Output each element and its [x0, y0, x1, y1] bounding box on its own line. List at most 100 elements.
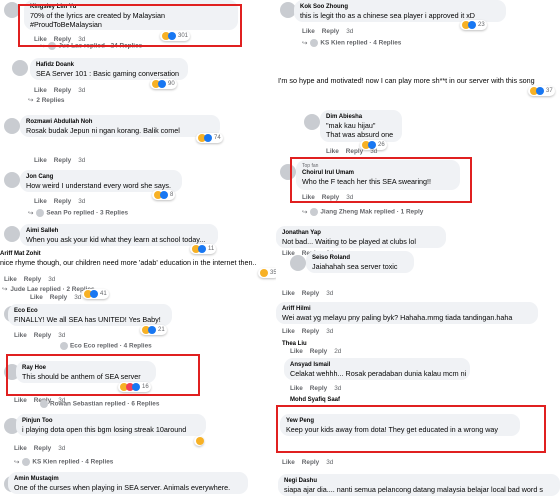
reply-button[interactable]: Reply: [54, 157, 71, 164]
like-button[interactable]: Like: [290, 348, 303, 355]
like-button[interactable]: Like: [282, 328, 295, 335]
comment-author[interactable]: Ariff Hilmi: [282, 305, 532, 313]
comment-author[interactable]: Rozmawi Abdullah Noh: [26, 118, 214, 126]
timestamp[interactable]: 3d: [78, 87, 85, 94]
timestamp[interactable]: 3d: [334, 385, 341, 392]
reaction-count[interactable]: 90: [150, 79, 177, 89]
comment-text: i playing dota open this bgm losing stre…: [22, 425, 187, 434]
timestamp[interactable]: 3d: [58, 332, 65, 339]
reaction-count[interactable]: 74: [196, 133, 223, 143]
reaction-count[interactable]: 11: [190, 244, 217, 254]
comment-actions: Like Reply 3d: [282, 290, 340, 298]
like-button[interactable]: Like: [302, 28, 315, 35]
comment-author[interactable]: Mohd Syafiq Saaf: [290, 396, 340, 404]
like-button[interactable]: Like: [30, 294, 43, 301]
comment-author[interactable]: Pinjun Too: [22, 417, 200, 425]
reply-button[interactable]: Reply: [346, 148, 363, 155]
like-button[interactable]: Like: [4, 276, 17, 283]
comment-author[interactable]: Eco Eco: [14, 307, 166, 315]
avatar: [40, 400, 48, 408]
comment-text: Not bad... Waiting to be played at clubs…: [282, 237, 416, 246]
comment-bubble: Eco Eco FINALLY! We all SEA has UNITED! …: [8, 304, 172, 326]
comment-bubble: Jon Cang How weird I understand every wo…: [20, 170, 182, 192]
like-button[interactable]: Like: [290, 385, 303, 392]
timestamp[interactable]: 3d: [48, 276, 55, 283]
view-replies-link[interactable]: ↪ 2 Replies: [28, 97, 64, 105]
comment-actions: Like Reply 3d: [14, 445, 72, 453]
reaction-count[interactable]: [194, 436, 204, 446]
like-button[interactable]: Like: [14, 397, 27, 404]
comment-author[interactable]: Dim Abiesha: [326, 113, 396, 121]
timestamp[interactable]: 3d: [326, 459, 333, 466]
reply-button[interactable]: Reply: [24, 276, 41, 283]
comment-author[interactable]: Jonathan Yap: [282, 229, 440, 237]
reaction-count[interactable]: 23: [460, 20, 487, 30]
avatar[interactable]: [4, 118, 20, 134]
reaction-count[interactable]: 35: [258, 268, 276, 278]
like-button[interactable]: Like: [14, 332, 27, 339]
timestamp[interactable]: 3d: [346, 194, 353, 201]
like-button[interactable]: Like: [14, 445, 27, 452]
timestamp[interactable]: 2d: [334, 348, 341, 355]
comment-author[interactable]: Amin Mustaqim: [14, 475, 242, 483]
view-replies-link[interactable]: Rowan Sebastian replied · 6 Replies: [40, 400, 159, 409]
reply-button[interactable]: Reply: [34, 332, 51, 339]
comment-author[interactable]: Kok Soo Zhoung: [300, 3, 500, 11]
reaction-count[interactable]: 37: [528, 86, 555, 96]
reply-button[interactable]: Reply: [310, 348, 327, 355]
reply-button[interactable]: Reply: [54, 87, 71, 94]
timestamp[interactable]: 3d: [78, 198, 85, 205]
comment-author[interactable]: Seiso Roland: [312, 254, 408, 262]
view-replies-link[interactable]: ↪ KS Kien replied · 4 Replies: [14, 458, 113, 467]
avatar[interactable]: [4, 226, 20, 242]
timestamp[interactable]: 3d: [370, 148, 377, 155]
timestamp[interactable]: 3d: [74, 294, 81, 301]
comment-author[interactable]: Thea Liu: [282, 340, 307, 348]
timestamp[interactable]: 3d: [326, 328, 333, 335]
reply-button[interactable]: Reply: [54, 198, 71, 205]
like-button[interactable]: Like: [34, 87, 47, 94]
like-button[interactable]: Like: [282, 459, 295, 466]
timestamp[interactable]: 3d: [58, 445, 65, 452]
reply-button[interactable]: Reply: [302, 328, 319, 335]
avatar[interactable]: [290, 255, 306, 271]
avatar[interactable]: [304, 114, 320, 130]
avatar[interactable]: [12, 60, 28, 76]
comment-actions: Like Reply 3d: [30, 294, 88, 302]
timestamp[interactable]: 3d: [346, 28, 353, 35]
reply-button[interactable]: Reply: [322, 194, 339, 201]
view-replies-link[interactable]: ↪ KS Kien replied · 4 Replies: [302, 39, 401, 48]
reply-button[interactable]: Reply: [34, 445, 51, 452]
comment-bubble: Dim Abiesha "mak kau hijau" That was abs…: [320, 110, 402, 142]
reply-button[interactable]: Reply: [322, 28, 339, 35]
view-replies-link[interactable]: ↪ Jiang Zheng Mak replied · 1 Reply: [302, 208, 423, 217]
like-button[interactable]: Like: [34, 198, 47, 205]
comment-author[interactable]: Ariff Mat Zohit: [0, 250, 41, 258]
avatar: [36, 209, 45, 217]
view-replies-link[interactable]: ↪ Jude Lae replied · 2 Replies: [2, 286, 95, 294]
like-button[interactable]: Like: [282, 290, 295, 297]
comment-author[interactable]: Hafidz Doank: [36, 61, 182, 69]
comment-text: How weird I understand every word she sa…: [26, 181, 172, 190]
comment-author[interactable]: Aimi Salleh: [26, 227, 212, 235]
like-button[interactable]: Like: [326, 148, 339, 155]
comment-author[interactable]: Negi Dashu: [284, 477, 554, 485]
reply-button[interactable]: Reply: [50, 294, 67, 301]
like-button[interactable]: Like: [34, 157, 47, 164]
timestamp[interactable]: 3d: [326, 290, 333, 297]
reaction-count[interactable]: 8: [152, 190, 176, 200]
reply-button[interactable]: Reply: [302, 459, 319, 466]
comment-author[interactable]: Ansyad Ismail: [290, 361, 464, 369]
reply-button[interactable]: Reply: [310, 385, 327, 392]
comment-actions: Like Reply 3d: [290, 385, 348, 393]
avatar: [22, 458, 31, 466]
reply-button[interactable]: Reply: [302, 290, 319, 297]
comment-author[interactable]: Jon Cang: [26, 173, 176, 181]
view-replies-link[interactable]: Eco Eco replied · 4 Replies: [60, 342, 152, 351]
view-replies-link[interactable]: ↪ Sean Po replied · 3 Replies: [28, 209, 128, 218]
like-button[interactable]: Like: [302, 194, 315, 201]
timestamp[interactable]: 3d: [78, 157, 85, 164]
reaction-count[interactable]: 21: [140, 325, 167, 335]
comment-bubble: Jonathan Yap Not bad... Waiting to be pl…: [276, 226, 446, 248]
avatar[interactable]: [4, 172, 20, 188]
